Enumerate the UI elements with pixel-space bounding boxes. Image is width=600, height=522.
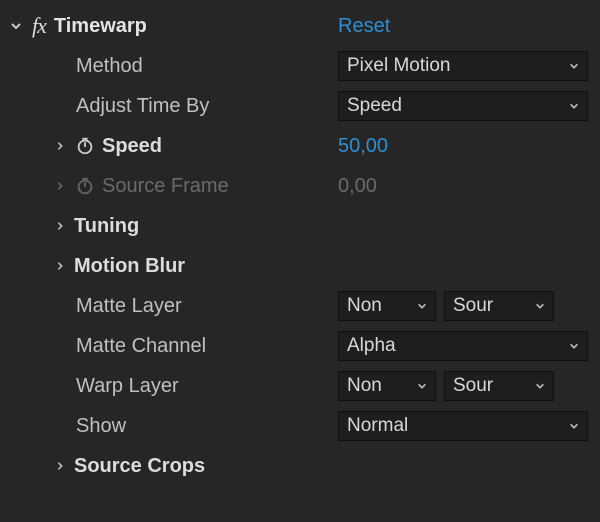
prop-adjust-time-by-row: Adjust Time By Speed	[6, 86, 590, 126]
warp-layer-dropdown-b[interactable]: Sour	[444, 371, 554, 401]
chevron-right-icon[interactable]	[50, 141, 70, 151]
prop-motion-blur-row: Motion Blur	[6, 246, 590, 286]
adjust-time-by-dropdown[interactable]: Speed	[338, 91, 588, 121]
speed-value[interactable]: 50,00	[338, 135, 588, 158]
prop-matte-channel-row: Matte Channel Alpha	[6, 326, 590, 366]
prop-tuning-row: Tuning	[6, 206, 590, 246]
dropdown-value: Normal	[347, 415, 559, 437]
chevron-right-icon[interactable]	[50, 461, 70, 471]
prop-label: Warp Layer	[76, 375, 338, 398]
prop-source-frame-row: Source Frame 0,00	[6, 166, 590, 206]
chevron-down-icon	[535, 299, 545, 314]
chevron-right-icon[interactable]	[50, 221, 70, 231]
stopwatch-icon[interactable]	[74, 135, 96, 157]
matte-layer-dropdown-b[interactable]: Sour	[444, 291, 554, 321]
chevron-down-icon	[417, 379, 427, 394]
prop-label: Matte Channel	[76, 335, 338, 358]
prop-label: Matte Layer	[76, 295, 338, 318]
prop-label[interactable]: Tuning	[74, 215, 338, 238]
prop-label: Adjust Time By	[76, 95, 338, 118]
effect-title[interactable]: Timewarp	[54, 15, 338, 38]
chevron-right-icon	[50, 181, 70, 191]
reset-link[interactable]: Reset	[338, 15, 390, 38]
matte-layer-dropdown-a[interactable]: Non	[338, 291, 436, 321]
warp-layer-dropdown-a[interactable]: Non	[338, 371, 436, 401]
dropdown-value: Alpha	[347, 335, 559, 357]
prop-speed-row: Speed 50,00	[6, 126, 590, 166]
prop-label: Method	[76, 55, 338, 78]
prop-method-row: Method Pixel Motion	[6, 46, 590, 86]
matte-channel-dropdown[interactable]: Alpha	[338, 331, 588, 361]
source-frame-value: 0,00	[338, 175, 588, 198]
stopwatch-icon	[74, 175, 96, 197]
chevron-down-icon	[535, 379, 545, 394]
dropdown-value: Sour	[453, 295, 525, 317]
prop-label: Speed	[102, 135, 338, 158]
prop-label[interactable]: Source Crops	[74, 455, 338, 478]
chevron-down-icon[interactable]	[6, 20, 26, 32]
dropdown-value: Pixel Motion	[347, 55, 559, 77]
dropdown-value: Non	[347, 375, 407, 397]
chevron-down-icon	[569, 419, 579, 434]
prop-source-crops-row: Source Crops	[6, 446, 590, 486]
dropdown-value: Sour	[453, 375, 525, 397]
fx-badge[interactable]: fx	[32, 13, 46, 39]
chevron-down-icon	[569, 339, 579, 354]
prop-label: Source Frame	[102, 175, 338, 198]
effect-panel: fx Timewarp Reset Method Pixel Motion Ad…	[0, 0, 600, 522]
show-dropdown[interactable]: Normal	[338, 411, 588, 441]
dropdown-value: Speed	[347, 95, 559, 117]
chevron-right-icon[interactable]	[50, 261, 70, 271]
prop-label: Show	[76, 415, 338, 438]
prop-matte-layer-row: Matte Layer Non Sour	[6, 286, 590, 326]
prop-label[interactable]: Motion Blur	[74, 255, 338, 278]
dropdown-value: Non	[347, 295, 407, 317]
chevron-down-icon	[569, 99, 579, 114]
chevron-down-icon	[569, 59, 579, 74]
method-dropdown[interactable]: Pixel Motion	[338, 51, 588, 81]
effect-header-row: fx Timewarp Reset	[6, 6, 590, 46]
prop-show-row: Show Normal	[6, 406, 590, 446]
prop-warp-layer-row: Warp Layer Non Sour	[6, 366, 590, 406]
chevron-down-icon	[417, 299, 427, 314]
